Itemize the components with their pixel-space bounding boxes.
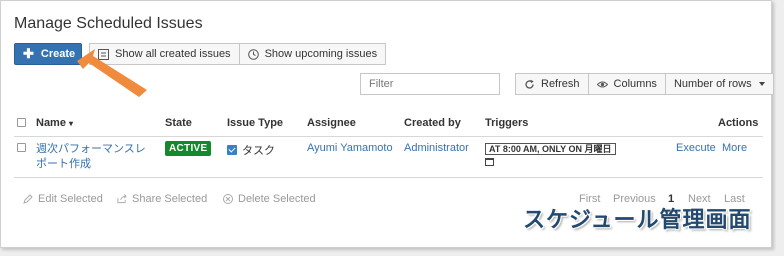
plus-icon: ✚: [23, 46, 34, 61]
share-selected-button[interactable]: Share Selected: [117, 193, 207, 205]
issue-type-label: タスク: [242, 145, 275, 157]
issue-name-link[interactable]: 週次パフォーマンスレ ポート作成: [36, 142, 146, 172]
create-label: Create: [40, 48, 76, 60]
table-tools: Refresh Columns Number of rows: [515, 73, 774, 95]
page-title: Manage Scheduled Issues: [14, 15, 203, 32]
delete-selected-label: Delete Selected: [238, 193, 316, 205]
scheduled-issues-panel: Manage Scheduled Issues ✚ Create Show al…: [0, 0, 774, 248]
delete-selected-button[interactable]: Delete Selected: [223, 193, 316, 205]
share-selected-label: Share Selected: [132, 193, 208, 205]
header-name[interactable]: Name ▾: [36, 117, 73, 129]
header-actions: Actions: [718, 117, 759, 129]
annotation-caption: スケジュール管理画面: [523, 207, 752, 232]
execute-link[interactable]: Execute: [676, 142, 716, 154]
create-button[interactable]: ✚ Create: [14, 43, 82, 65]
number-of-rows-dropdown[interactable]: Number of rows: [665, 73, 774, 95]
issue-name-line1: 週次パフォーマンスレ: [36, 143, 146, 155]
chevron-down-icon: [758, 82, 765, 86]
header-issue-type: Issue Type: [227, 117, 284, 129]
select-all-checkbox[interactable]: [17, 118, 26, 127]
table-header: Name ▾ State Issue Type Assignee Created…: [14, 112, 763, 137]
trigger-cell: AT 8:00 AM, ONLY ON 月曜日: [485, 142, 616, 169]
issue-name-line2: ポート作成: [36, 158, 91, 170]
show-upcoming-issues-button[interactable]: Show upcoming issues: [239, 43, 387, 65]
header-assignee: Assignee: [307, 117, 356, 129]
trigger-label: AT 8:00 AM, ONLY ON 月曜日: [485, 143, 616, 155]
columns-label: Columns: [613, 78, 657, 90]
show-upcoming-label: Show upcoming issues: [264, 48, 378, 60]
pencil-icon: [23, 194, 33, 204]
refresh-label: Refresh: [541, 78, 580, 90]
sort-desc-icon: ▾: [69, 119, 74, 128]
eye-icon: [596, 81, 608, 87]
row-checkbox[interactable]: [17, 143, 26, 152]
edit-selected-label: Edit Selected: [38, 193, 103, 205]
calendar-icon: [485, 158, 494, 166]
annotation-arrow-icon: [77, 49, 147, 97]
filter-input[interactable]: [360, 73, 500, 95]
columns-button[interactable]: Columns: [588, 73, 666, 95]
header-created-by: Created by: [404, 117, 461, 129]
more-link[interactable]: More: [722, 142, 747, 154]
share-icon: [117, 194, 127, 204]
status-badge: ACTIVE: [165, 141, 212, 156]
clock-icon: [247, 48, 259, 60]
table-row: 週次パフォーマンスレ ポート作成 ACTIVE タスク Ayumi Yamamo…: [14, 137, 763, 178]
header-triggers: Triggers: [485, 117, 529, 129]
issue-type: タスク: [227, 142, 275, 158]
created-by-link[interactable]: Administrator: [404, 142, 469, 154]
header-state: State: [165, 117, 192, 129]
assignee-link[interactable]: Ayumi Yamamoto: [307, 142, 393, 154]
task-icon: [227, 145, 237, 155]
rows-label: Number of rows: [673, 78, 752, 90]
edit-selected-button[interactable]: Edit Selected: [23, 193, 103, 205]
refresh-button[interactable]: Refresh: [515, 73, 589, 95]
delete-icon: [223, 194, 233, 204]
refresh-icon: [525, 79, 534, 89]
